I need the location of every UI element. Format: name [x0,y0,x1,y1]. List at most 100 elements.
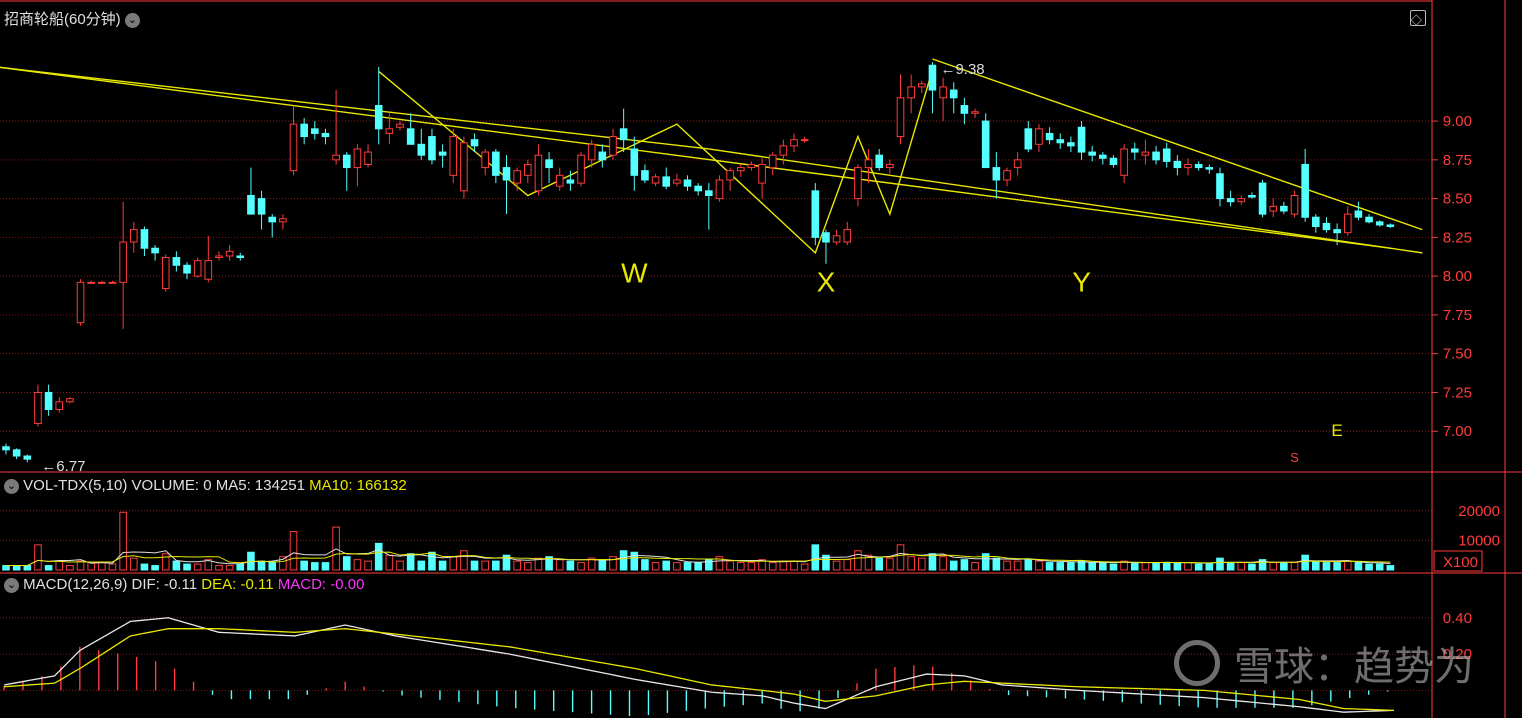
candlestick-series[interactable] [2,62,1395,463]
chevron-down-icon[interactable]: ⌄ [4,577,19,593]
candle [854,164,862,207]
candle [140,226,149,256]
volume-bar [949,560,958,571]
candle-body [44,391,53,411]
candle [1312,214,1320,233]
candle [523,159,532,184]
candle [364,144,372,168]
candle [161,254,170,292]
panel-toggle-icon[interactable] [1388,10,1426,30]
candle [247,167,255,215]
candle [1088,145,1096,162]
volume-bar [790,560,798,571]
candle [1258,179,1267,218]
candle-body [406,128,415,145]
grid-lines [0,120,1432,691]
candle-body [470,139,479,147]
candle-body [172,257,181,266]
candle [1237,195,1246,205]
candle-body [119,241,127,283]
volume-bar [1045,562,1054,571]
volume-bar [151,565,159,571]
volume-bar [1248,563,1256,571]
candle-body [1024,128,1033,150]
volume-ma10: MA10: 166132 [309,477,407,494]
volume-bar [481,560,489,571]
candle-body [864,159,873,169]
price-tick-label: 8.75 [1443,152,1472,169]
volume-bar [1152,562,1160,571]
candle-body [800,139,809,142]
volume-bar [311,562,319,571]
candle [1216,167,1224,207]
candle-body [939,86,947,99]
candle-body [651,176,660,184]
candle [342,152,351,191]
candle [683,175,692,191]
candle-body [843,229,852,243]
volume-bar [438,560,447,571]
volume-bar [342,556,351,571]
candle [705,183,713,230]
chart-title: 招商轮船(60分钟) [4,11,121,28]
candle-body [193,260,202,277]
volume-bar [1216,557,1224,571]
y-axis-labels: 9.00 8.75 8.50 8.25 8.00 7.75 7.50 7.25 7.00 2000… [1432,113,1500,663]
candle [108,280,117,284]
candle [1194,161,1203,171]
candle [641,164,649,184]
candle-body [12,449,21,457]
volume-series[interactable] [2,511,1395,571]
volume-bar [1205,563,1214,571]
candle [257,190,266,230]
volume-bar [1226,562,1235,571]
volume-bar [1109,563,1118,571]
candle [1024,121,1033,153]
volume-bar [1301,554,1309,571]
candle-body [534,154,543,192]
candle [225,245,234,261]
candle [289,105,298,176]
chart-canvas: 9.00 8.75 8.50 8.25 8.00 7.75 7.50 7.25 7.00 2000… [0,0,1522,718]
candle [396,121,404,131]
candle-body [257,198,266,215]
candle-body [779,145,788,156]
candle [460,136,468,199]
volume-bar [1237,562,1246,571]
candle [1343,206,1352,236]
volume-bar [1354,562,1363,571]
candle [98,280,106,284]
candle-body [896,97,905,138]
candle [76,279,85,326]
volume-bar [566,560,575,571]
volume-bar [140,563,149,571]
candle [673,173,681,187]
volume-bar [23,565,32,571]
chevron-down-icon[interactable]: ⌄ [4,478,19,494]
candle [1077,121,1086,160]
candle [768,152,777,176]
candle [1109,155,1118,168]
volume-bar [992,557,1001,571]
candle [864,148,873,184]
volume-bar [1280,562,1288,571]
candle [66,397,74,404]
candle-body [907,86,915,99]
candle [492,148,500,184]
wave-label-x: X [817,267,836,298]
candle [1130,142,1139,160]
volume-bar [875,557,884,571]
candle-body [1141,151,1150,156]
candle-body [768,154,777,169]
candle-body [342,154,351,169]
volume-bar [1056,562,1065,571]
candle [928,62,937,114]
candle [417,128,426,160]
volume-bar [172,560,181,571]
candle-body [502,167,511,181]
chevron-down-icon[interactable]: ⌄ [124,12,140,28]
volume-bar [492,560,500,571]
volume-bar [1312,560,1320,571]
candle-body [758,163,766,184]
volume-bar [832,560,841,571]
